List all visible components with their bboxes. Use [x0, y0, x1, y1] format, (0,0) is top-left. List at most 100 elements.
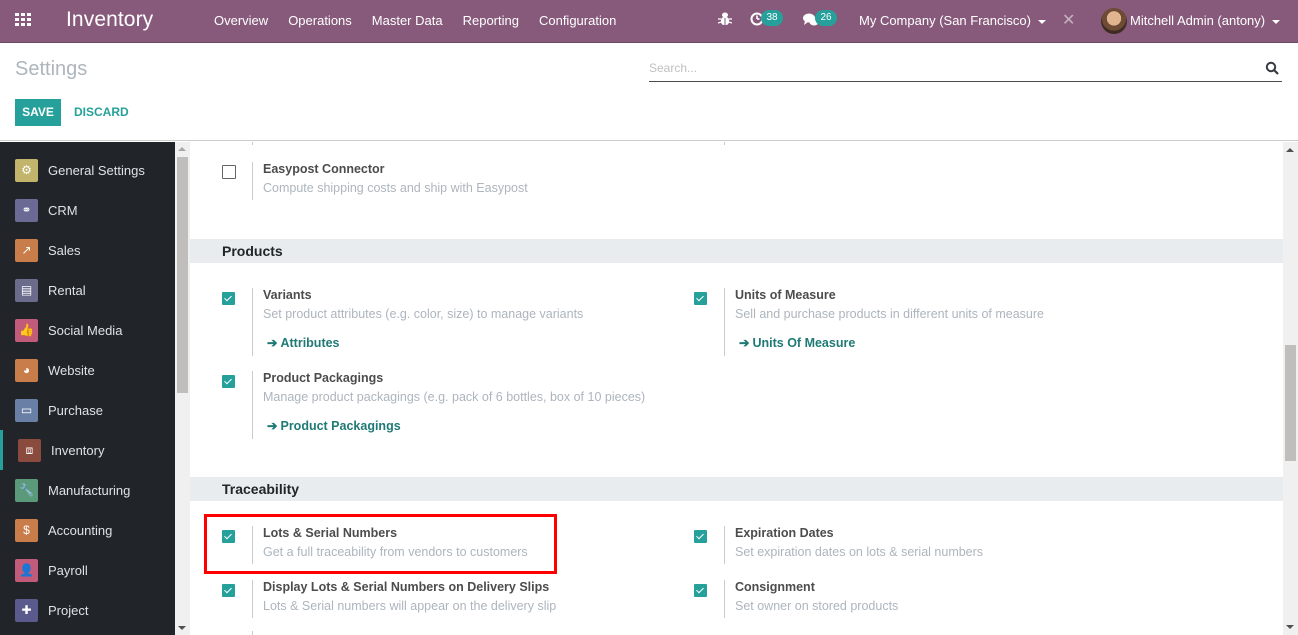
divider — [724, 526, 725, 564]
sidebar-item-label: Accounting — [48, 522, 113, 538]
search-input[interactable] — [649, 56, 1249, 80]
apps-menu-icon[interactable] — [15, 13, 32, 27]
sidebar-item-general-settings[interactable]: ⚙ General Settings — [0, 150, 175, 190]
setting-description: Set owner on stored products — [735, 599, 899, 613]
easypost-checkbox[interactable] — [222, 165, 236, 179]
chart-trend-icon: ↗ — [15, 238, 38, 262]
chevron-down-icon — [1037, 19, 1046, 24]
discard-button[interactable]: DISCARD — [74, 99, 129, 126]
uom-checkbox[interactable] — [694, 292, 707, 305]
content-scrollbar-thumb[interactable] — [1285, 345, 1296, 461]
setting-title: Display Lots & Serial Numbers on Deliver… — [263, 580, 550, 594]
sidebar-item-accounting[interactable]: $ Accounting — [0, 510, 175, 550]
settings-sidebar: ⚙ General Settings ⚭ CRM ↗ Sales ▤ Rental 👍 Socia… — [0, 142, 175, 635]
scroll-up-arrow-icon[interactable] — [178, 147, 186, 151]
credit-card-icon: ▭ — [15, 398, 38, 422]
setting-units-of-measure: Units of Measure Sell and purchase produ… — [694, 288, 1254, 356]
sidebar-item-label: Rental — [48, 282, 86, 298]
divider — [724, 580, 725, 618]
units-of-measure-link[interactable]: ➔ Units Of Measure — [739, 335, 855, 350]
setting-expiration-dates: Expiration Dates Set expiration dates on… — [694, 526, 1254, 564]
divider — [724, 288, 725, 356]
user-avatar[interactable] — [1101, 8, 1127, 34]
sidebar-item-label: Payroll — [48, 562, 88, 578]
search-bar — [649, 56, 1282, 82]
menu-overview[interactable]: Overview — [214, 13, 268, 28]
sidebar-item-label: Website — [48, 362, 95, 378]
debug-bug-icon[interactable] — [718, 11, 732, 27]
setting-description: Lots & Serial numbers will appear on the… — [263, 599, 557, 613]
cut-off-divider — [252, 142, 253, 145]
thumbs-up-icon: 👍 — [15, 318, 38, 342]
setting-description: Compute shipping costs and ship with Eas… — [263, 181, 528, 195]
consignment-checkbox[interactable] — [694, 584, 707, 597]
menu-configuration[interactable]: Configuration — [539, 13, 616, 28]
arrow-right-icon: ➔ — [267, 336, 278, 350]
setting-easypost: Easypost Connector Compute shipping cost… — [222, 162, 722, 200]
divider — [252, 371, 253, 439]
content-scrollbar[interactable] — [1283, 142, 1298, 635]
sidebar-scrollbar[interactable] — [175, 142, 190, 635]
scroll-up-arrow-icon[interactable] — [1286, 148, 1294, 152]
sidebar-item-purchase[interactable]: ▭ Purchase — [0, 390, 175, 430]
sidebar-item-website[interactable]: ◕ Website — [0, 350, 175, 390]
setting-title: Expiration Dates — [735, 526, 834, 540]
scroll-down-arrow-icon[interactable] — [178, 626, 186, 630]
sidebar-item-label: Manufacturing — [48, 482, 131, 498]
sidebar-item-manufacturing[interactable]: 🔧 Manufacturing — [0, 470, 175, 510]
sidebar-item-label: Sales — [48, 242, 81, 258]
delivery-slips-checkbox[interactable] — [222, 584, 235, 597]
setting-title: Variants — [263, 288, 312, 302]
setting-title: Consignment — [735, 580, 815, 594]
menu-master-data[interactable]: Master Data — [372, 13, 443, 28]
menu-reporting[interactable]: Reporting — [463, 13, 519, 28]
scroll-down-arrow-icon[interactable] — [1286, 625, 1294, 629]
gear-icon: ⚙ — [15, 158, 38, 182]
sidebar-item-label: Social Media — [48, 322, 123, 338]
sidebar-item-label: Project — [48, 602, 89, 618]
expiration-checkbox[interactable] — [694, 530, 707, 543]
employee-payslip-icon: 👤 — [15, 558, 38, 582]
sidebar-item-payroll[interactable]: 👤 Payroll — [0, 550, 175, 590]
activity-count-badge: 38 — [761, 10, 783, 26]
menu-operations[interactable]: Operations — [288, 13, 352, 28]
sidebar-item-project[interactable]: ✚ Project — [0, 590, 175, 630]
control-panel: Settings SAVE DISCARD — [0, 43, 1298, 141]
top-navbar: Inventory Overview Operations Master Dat… — [0, 0, 1298, 43]
setting-product-packagings: Product Packagings Manage product packag… — [222, 371, 722, 439]
setting-variants: Variants Set product attributes (e.g. co… — [222, 288, 682, 356]
save-button[interactable]: SAVE — [15, 99, 61, 126]
attributes-link[interactable]: ➔ Attributes — [267, 335, 340, 350]
app-title: Inventory — [66, 8, 154, 31]
user-menu[interactable]: Mitchell Admin (antony) — [1130, 13, 1281, 28]
chevron-down-icon — [1272, 19, 1281, 24]
invoice-dollar-icon: $ — [15, 518, 38, 542]
user-name: Mitchell Admin (antony) — [1130, 13, 1266, 28]
sidebar-item-inventory[interactable]: ⧈ Inventory — [0, 430, 175, 470]
company-switcher[interactable]: My Company (San Francisco) — [859, 13, 1046, 28]
product-packagings-link[interactable]: ➔ Product Packagings — [267, 418, 401, 433]
company-name: My Company (San Francisco) — [859, 13, 1031, 28]
arrow-right-icon: ➔ — [739, 336, 750, 350]
divider — [252, 162, 253, 200]
sidebar-item-label: General Settings — [48, 162, 145, 178]
packagings-checkbox[interactable] — [222, 375, 235, 388]
search-icon[interactable] — [1265, 61, 1279, 75]
sidebar-item-label: Purchase — [48, 402, 103, 418]
sidebar-item-label: Inventory — [51, 442, 105, 458]
tools-icon[interactable]: ✕ — [1062, 13, 1076, 29]
sidebar-item-sales[interactable]: ↗ Sales — [0, 230, 175, 270]
sidebar-item-rental[interactable]: ▤ Rental — [0, 270, 175, 310]
sidebar-item-crm[interactable]: ⚭ CRM — [0, 190, 175, 230]
setting-description: Set expiration dates on lots & serial nu… — [735, 545, 984, 559]
setting-title: Product Packagings — [263, 371, 384, 385]
link-label: Attributes — [280, 336, 340, 350]
message-count-badge: 26 — [815, 10, 837, 26]
sidebar-scrollbar-thumb[interactable] — [177, 157, 188, 393]
variants-checkbox[interactable] — [222, 292, 235, 305]
divider — [252, 580, 253, 618]
link-label: Product Packagings — [280, 419, 401, 433]
link-label: Units Of Measure — [752, 336, 856, 350]
sidebar-item-social-media[interactable]: 👍 Social Media — [0, 310, 175, 350]
divider — [252, 288, 253, 356]
